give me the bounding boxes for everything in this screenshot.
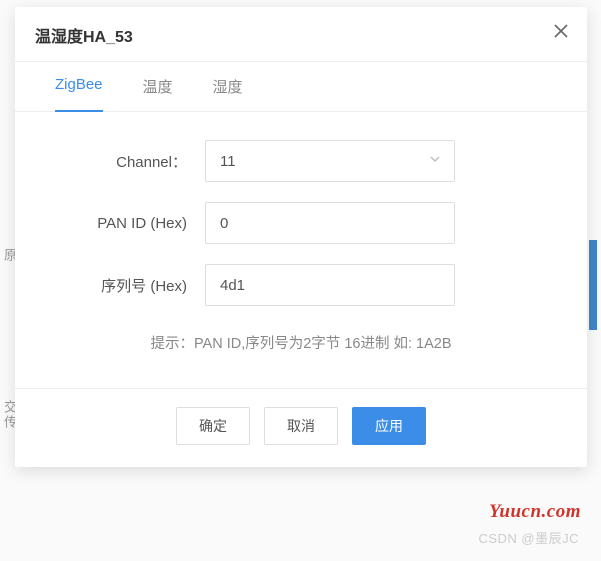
ok-button[interactable]: 确定 bbox=[176, 407, 250, 445]
panid-label: PAN ID (Hex) bbox=[55, 215, 205, 232]
tab-zigbee[interactable]: ZigBee bbox=[35, 62, 123, 111]
serial-label: 序列号 (Hex) bbox=[55, 275, 205, 296]
channel-select[interactable]: 11 bbox=[205, 140, 455, 182]
hint-text: 提示：PAN ID,序列号为2字节 16进制 如: 1A2B bbox=[55, 332, 547, 353]
row-panid: PAN ID (Hex) bbox=[55, 202, 547, 244]
channel-label: Channel： bbox=[55, 151, 205, 172]
row-serial: 序列号 (Hex) bbox=[55, 264, 547, 306]
serial-input[interactable] bbox=[205, 264, 455, 306]
apply-button[interactable]: 应用 bbox=[352, 407, 426, 445]
close-icon bbox=[553, 22, 569, 45]
tab-bar: ZigBee 温度 湿度 bbox=[15, 62, 587, 112]
dialog-header: 温湿度HA_53 bbox=[15, 7, 587, 62]
settings-dialog: 温湿度HA_53 ZigBee 温度 湿度 Channel： 11 bbox=[15, 7, 587, 467]
watermark-yuucn: Yuucn.com bbox=[489, 501, 581, 523]
dialog-body: Channel： 11 PAN ID (Hex) 序列号 (Hex) bbox=[15, 112, 587, 388]
panid-input[interactable] bbox=[205, 202, 455, 244]
bg-decoration bbox=[589, 240, 597, 330]
channel-value: 11 bbox=[220, 153, 236, 170]
tab-temperature[interactable]: 温度 bbox=[123, 62, 193, 111]
dialog-footer: 确定 取消 应用 bbox=[15, 388, 587, 467]
cancel-button[interactable]: 取消 bbox=[264, 407, 338, 445]
row-channel: Channel： 11 bbox=[55, 140, 547, 182]
watermark-csdn: CSDN @墨辰JC bbox=[478, 528, 579, 547]
dialog-title: 温湿度HA_53 bbox=[35, 23, 567, 47]
tab-humidity[interactable]: 湿度 bbox=[193, 62, 263, 111]
chevron-down-icon bbox=[428, 152, 442, 170]
close-button[interactable] bbox=[547, 19, 575, 47]
